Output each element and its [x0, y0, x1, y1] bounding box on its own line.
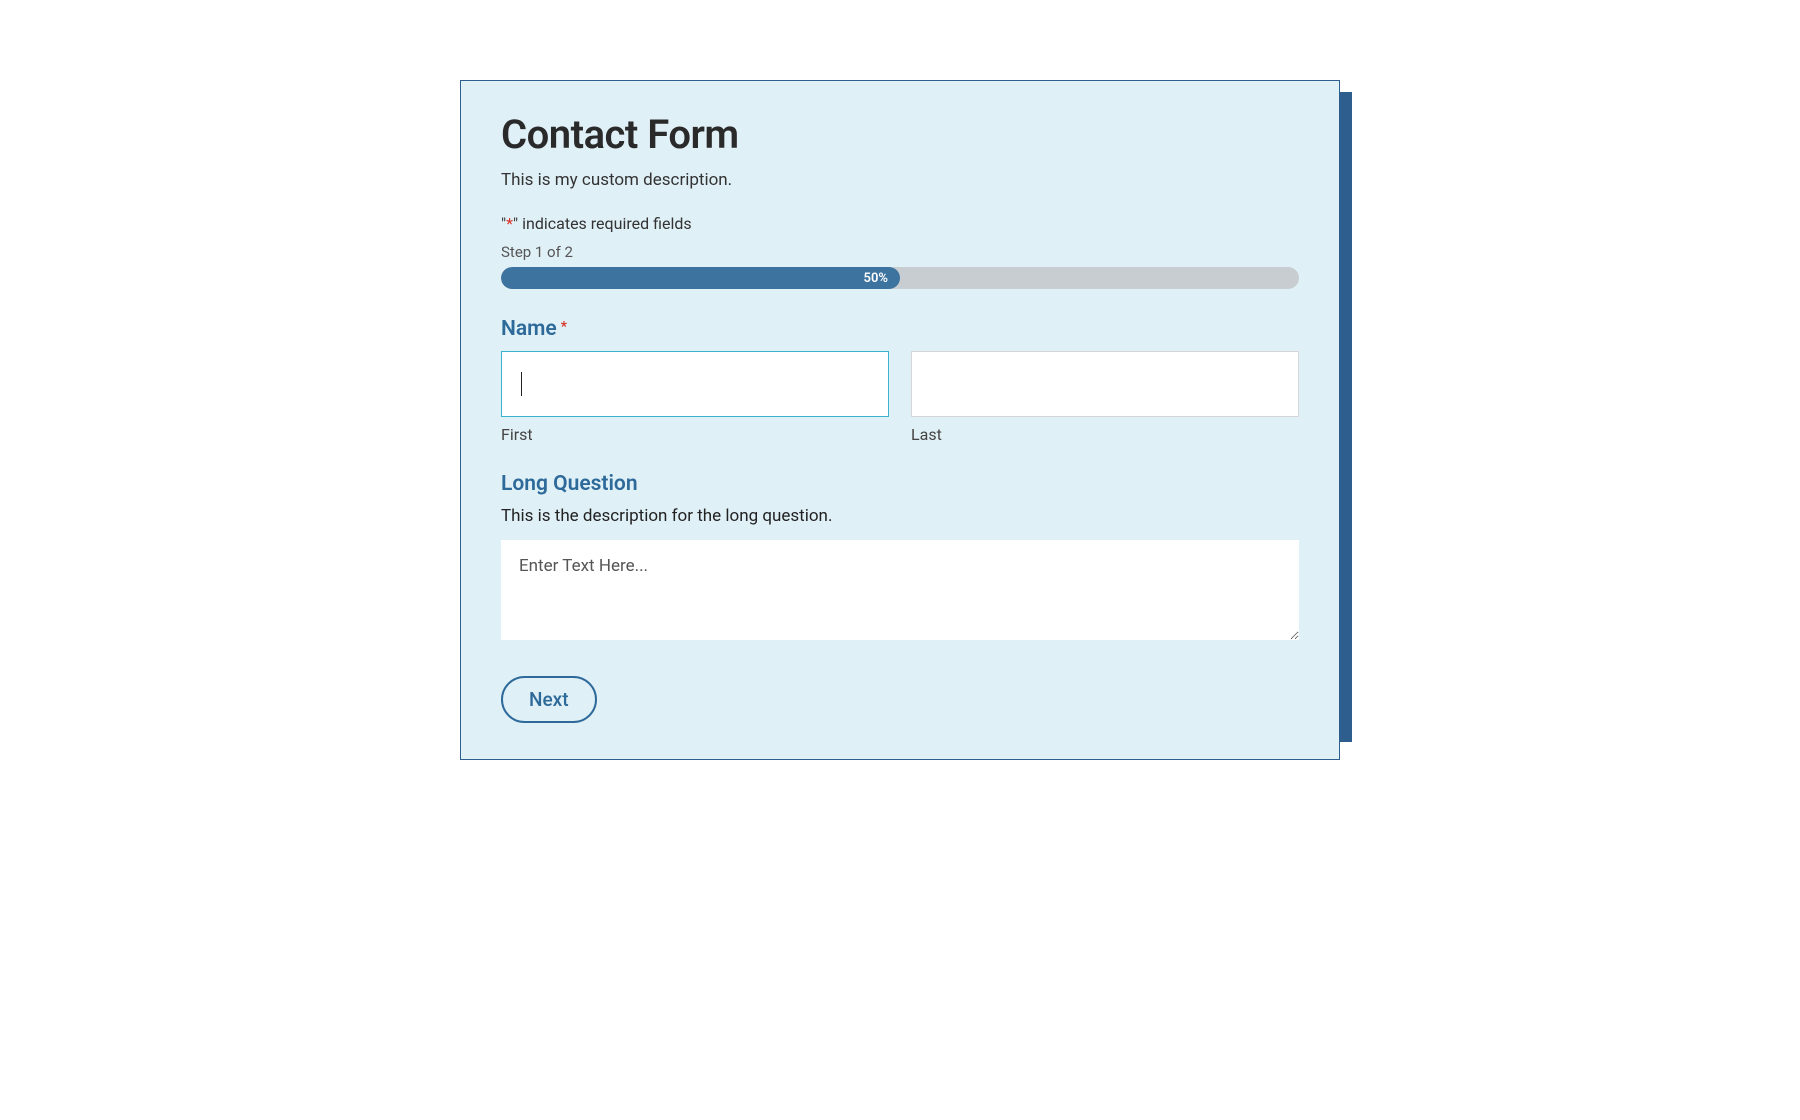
- name-row: First Last: [501, 351, 1299, 444]
- long-question-description: This is the description for the long que…: [501, 506, 1299, 526]
- name-label-text: Name: [501, 317, 557, 341]
- progress-bar: 50%: [501, 267, 1299, 289]
- long-question-label: Long Question: [501, 472, 1299, 496]
- form-description: This is my custom description.: [501, 170, 1299, 190]
- asterisk-icon: *: [506, 214, 513, 233]
- required-note-suffix: " indicates required fields: [513, 214, 692, 233]
- progress-fill: 50%: [501, 267, 900, 289]
- next-button[interactable]: Next: [501, 676, 597, 723]
- last-name-input[interactable]: [911, 351, 1299, 417]
- first-name-sublabel: First: [501, 425, 889, 444]
- first-name-input[interactable]: [501, 351, 889, 417]
- last-name-column: Last: [911, 351, 1299, 444]
- long-question-textarea[interactable]: [501, 540, 1299, 640]
- step-indicator: Step 1 of 2: [501, 243, 1299, 261]
- required-fields-note: "*" indicates required fields: [501, 214, 1299, 233]
- name-field-label: Name*: [501, 317, 1299, 341]
- contact-form-card: Contact Form This is my custom descripti…: [460, 80, 1340, 760]
- form-title: Contact Form: [501, 111, 1299, 158]
- progress-percent-label: 50%: [864, 271, 900, 286]
- text-cursor-icon: [521, 372, 522, 396]
- last-name-sublabel: Last: [911, 425, 1299, 444]
- form-wrapper: Contact Form This is my custom descripti…: [460, 80, 1340, 760]
- first-name-input-wrap: [501, 351, 889, 417]
- first-name-column: First: [501, 351, 889, 444]
- required-asterisk-icon: *: [561, 319, 567, 335]
